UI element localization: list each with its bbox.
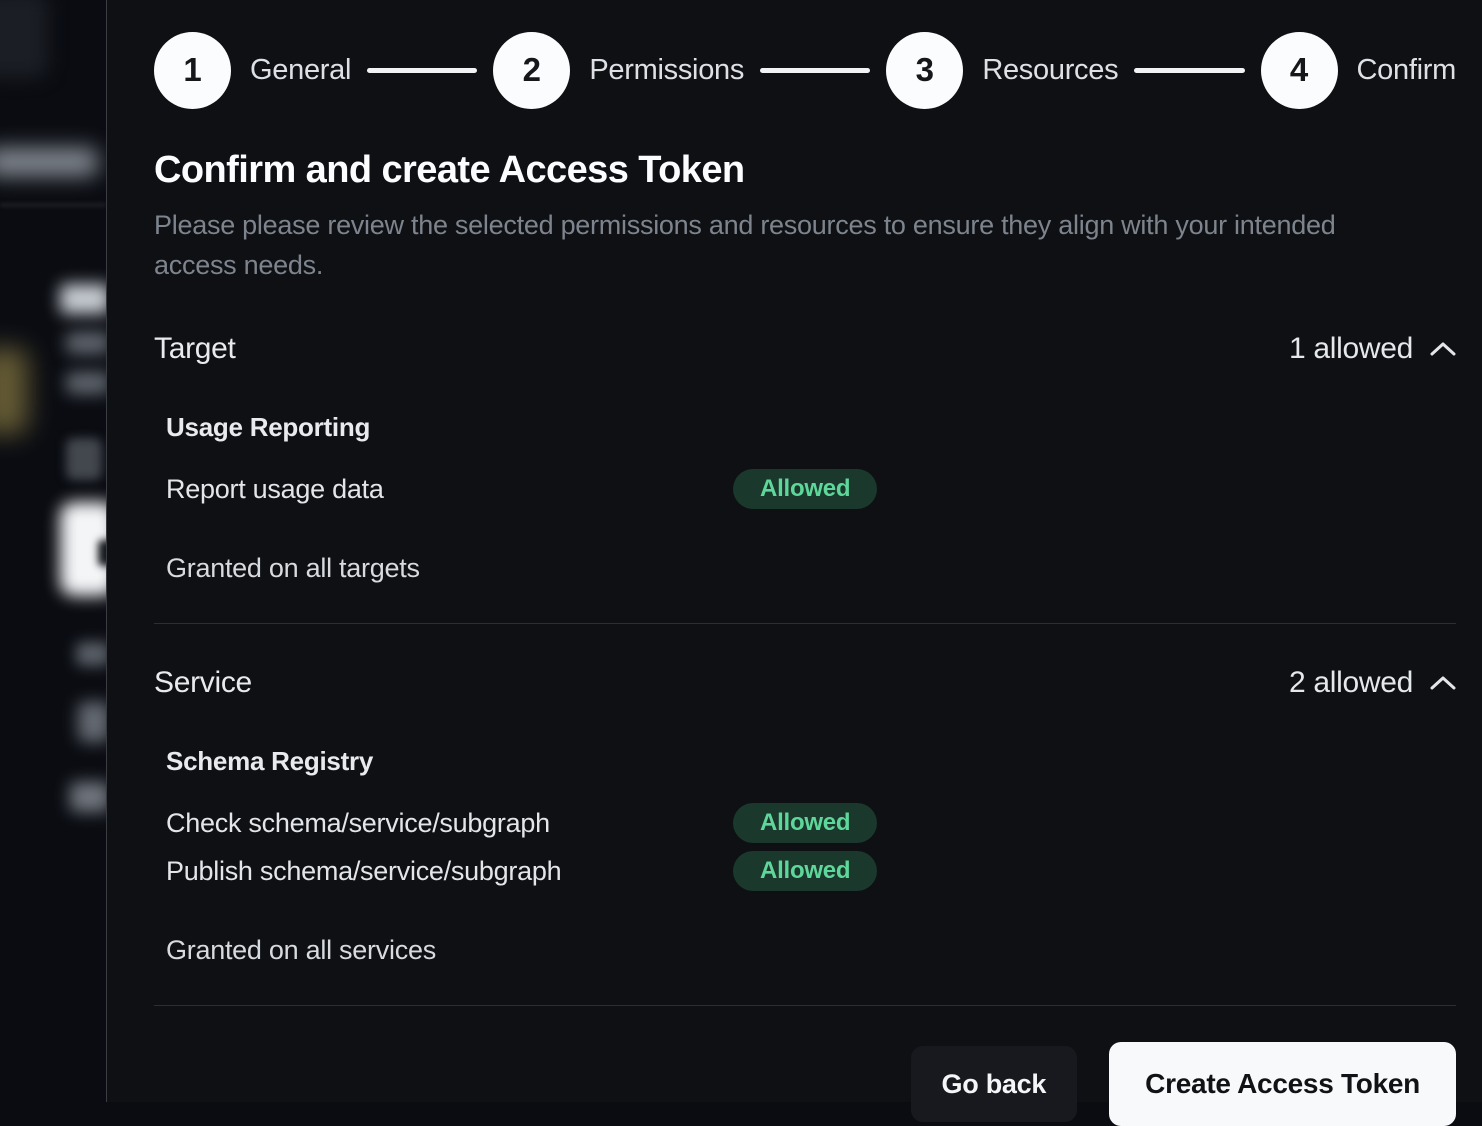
allowed-badge: Allowed bbox=[733, 803, 877, 843]
wizard-stepper: 1 General 2 Permissions 3 Resources 4 Co… bbox=[154, 31, 1456, 109]
page-title: Confirm and create Access Token bbox=[154, 149, 1456, 192]
blurred-divider bbox=[0, 204, 106, 206]
allowed-badge: Allowed bbox=[733, 469, 877, 509]
permission-label: Check schema/service/subgraph bbox=[166, 808, 733, 839]
go-back-button[interactable]: Go back bbox=[911, 1046, 1078, 1122]
section-divider bbox=[154, 623, 1456, 624]
chevron-up-icon bbox=[1430, 342, 1456, 356]
footer-divider bbox=[154, 1005, 1456, 1006]
service-permission-group: Schema Registry Check schema/service/sub… bbox=[154, 746, 1456, 891]
service-section-header: Service 2 allowed bbox=[154, 666, 1456, 700]
section-title: Service bbox=[154, 666, 252, 700]
blurred-card-glyph bbox=[98, 540, 106, 566]
step-general[interactable]: 1 General bbox=[154, 32, 351, 109]
step-label: Resources bbox=[982, 54, 1118, 87]
create-access-token-modal: 1 General 2 Permissions 3 Resources 4 Co… bbox=[106, 0, 1482, 1102]
group-heading: Usage Reporting bbox=[166, 412, 1456, 443]
blurred-text-line bbox=[78, 702, 106, 742]
blurred-app-backdrop bbox=[0, 0, 106, 1102]
permission-row: Publish schema/service/subgraph Allowed bbox=[166, 851, 1456, 891]
step-number-circle: 3 bbox=[886, 32, 963, 109]
blurred-icon-tile bbox=[66, 438, 102, 480]
step-label: General bbox=[250, 54, 351, 87]
target-permission-group: Usage Reporting Report usage data Allowe… bbox=[154, 412, 1456, 509]
section-title: Target bbox=[154, 332, 236, 366]
blurred-logo-tile bbox=[0, 0, 48, 78]
step-number-circle: 1 bbox=[154, 32, 231, 109]
target-section-toggle[interactable]: 1 allowed bbox=[1289, 332, 1456, 366]
page-description: Please please review the selected permis… bbox=[154, 205, 1394, 285]
allowed-count: 2 allowed bbox=[1289, 666, 1413, 700]
step-label: Permissions bbox=[589, 54, 744, 87]
permission-row: Check schema/service/subgraph Allowed bbox=[166, 803, 1456, 843]
chevron-up-icon bbox=[1430, 676, 1456, 690]
step-number-circle: 2 bbox=[493, 32, 570, 109]
blurred-text-line bbox=[66, 332, 106, 354]
create-access-token-button[interactable]: Create Access Token bbox=[1109, 1042, 1456, 1126]
step-resources[interactable]: 3 Resources bbox=[886, 32, 1118, 109]
group-heading: Schema Registry bbox=[166, 746, 1456, 777]
blurred-accent-blob bbox=[0, 348, 28, 434]
step-label: Confirm bbox=[1357, 54, 1456, 87]
permission-row: Report usage data Allowed bbox=[166, 469, 1456, 509]
service-section-toggle[interactable]: 2 allowed bbox=[1289, 666, 1456, 700]
step-connector bbox=[760, 68, 870, 73]
blurred-text-line bbox=[76, 642, 106, 666]
granted-note: Granted on all services bbox=[154, 935, 1456, 966]
step-permissions[interactable]: 2 Permissions bbox=[493, 32, 744, 109]
granted-note: Granted on all targets bbox=[154, 553, 1456, 584]
step-connector bbox=[1134, 68, 1244, 73]
allowed-count: 1 allowed bbox=[1289, 332, 1413, 366]
step-confirm[interactable]: 4 Confirm bbox=[1261, 32, 1456, 109]
blurred-nav-text bbox=[0, 148, 98, 176]
target-section-header: Target 1 allowed bbox=[154, 332, 1456, 366]
blurred-text-line bbox=[66, 372, 106, 394]
modal-footer: Go back Create Access Token bbox=[154, 1042, 1456, 1126]
allowed-badge: Allowed bbox=[733, 851, 877, 891]
step-connector bbox=[367, 68, 477, 73]
permission-label: Report usage data bbox=[166, 474, 733, 505]
blurred-page-heading bbox=[60, 284, 106, 314]
step-number-circle: 4 bbox=[1261, 32, 1338, 109]
blurred-text-line bbox=[70, 782, 106, 812]
permission-label: Publish schema/service/subgraph bbox=[166, 856, 733, 887]
